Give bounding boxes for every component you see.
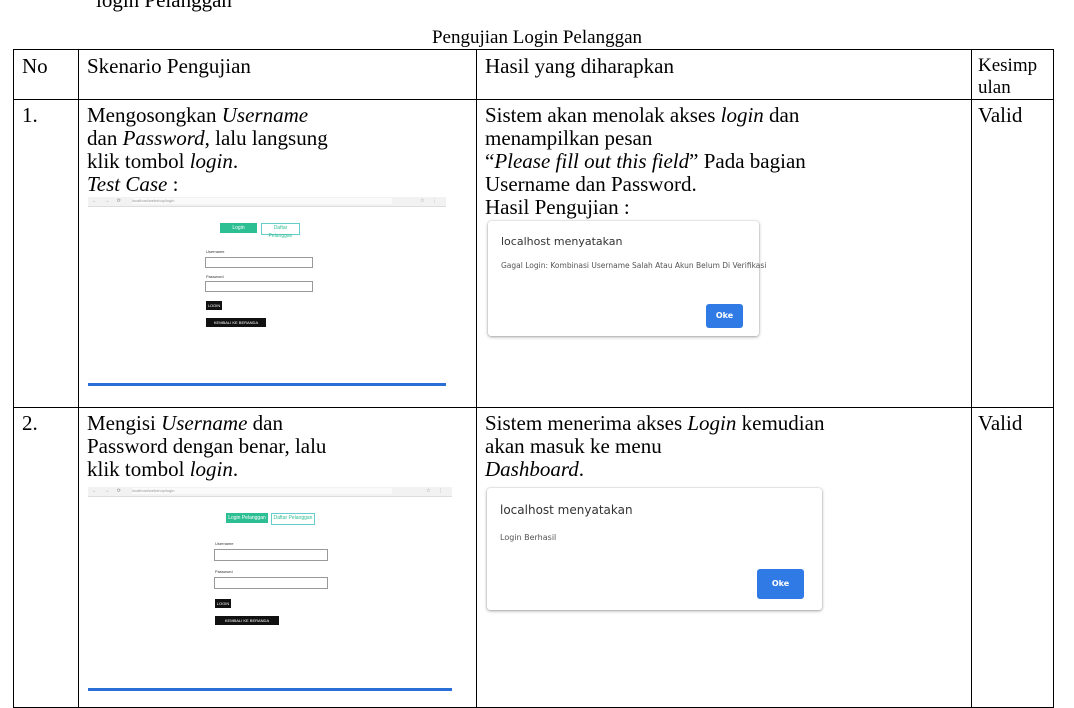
username-field <box>214 549 328 561</box>
tab-daftar-pelanggan: Daftar Pelanggan <box>261 223 300 239</box>
tab-login-pelanggan: Login Pelanggan <box>226 513 268 523</box>
browser-nav-icons: ← → ⟳ <box>92 198 124 204</box>
row1-scenario: Mengosongkan Username dan Password, lalu… <box>78 99 477 408</box>
row1-expected: Sistem akan menolak akses login dan mena… <box>476 99 972 408</box>
browser-url: localhost/webshop/login <box>132 198 392 204</box>
row-number: 1. <box>22 103 38 127</box>
dialog-title: localhost menyatakan <box>501 235 623 248</box>
header-expected-label: Hasil yang diharapkan <box>485 54 674 78</box>
row1-no: 1. <box>13 99 79 408</box>
dialog-title: localhost menyatakan <box>500 503 633 517</box>
login-page-screenshot: ← → ⟳ localhost/webshop/login ☆ ⋮ Login … <box>88 487 452 691</box>
username-label: Username <box>206 249 225 254</box>
header-conclusion-line1: Kesimp <box>978 55 1038 76</box>
browser-tools-icons: ☆ ⋮ <box>426 488 446 494</box>
alert-dialog: localhost menyatakan Gagal Login: Kombin… <box>488 221 766 336</box>
row-number: 2. <box>22 411 38 435</box>
header-no-label: No <box>22 54 48 78</box>
row2-no: 2. <box>13 407 79 708</box>
scenario-text: Mengosongkan Username dan Password, lalu… <box>87 103 328 196</box>
header-conclusion: Kesimp ulan <box>971 49 1054 100</box>
password-label: Password <box>206 274 224 279</box>
browser-url: localhost/webshop/login <box>132 488 392 494</box>
username-field <box>205 257 313 268</box>
alert-dialog: localhost menyatakan Login Berhasil Oke <box>487 488 822 610</box>
row1-conclusion: Valid <box>971 99 1054 408</box>
table-header-row: No Skenario Pengujian Hasil yang diharap… <box>13 49 1054 100</box>
password-label: Password <box>215 569 233 574</box>
password-field <box>205 281 313 292</box>
tab-daftar-pelanggan: Daftar Pelanggan <box>271 513 315 525</box>
conclusion-value: Valid <box>978 103 1023 127</box>
login-page-screenshot: ← → ⟳ localhost/webshop/login ☆ ⋮ Login … <box>88 197 446 386</box>
header-scenario-label: Skenario Pengujian <box>87 54 251 78</box>
table-caption: Pengujian Login Pelanggan <box>431 27 643 48</box>
table-row: 2. Mengisi Username dan Password dengan … <box>13 407 1054 708</box>
dialog-ok-button[interactable]: Oke <box>757 569 804 599</box>
login-button: LOGIN <box>206 301 222 310</box>
dialog-ok-button[interactable]: Oke <box>706 304 743 328</box>
dialog-message: Login Berhasil <box>500 533 557 542</box>
table-row: 1. Mengosongkan Username dan Password, l… <box>13 99 1054 408</box>
conclusion-value: Valid <box>978 411 1023 435</box>
row2-conclusion: Valid <box>971 407 1054 708</box>
password-field <box>214 577 328 589</box>
row2-expected: Sistem menerima akses Login kemudian aka… <box>476 407 972 708</box>
row2-scenario: Mengisi Username dan Password dengan ben… <box>78 407 477 708</box>
header-scenario: Skenario Pengujian <box>78 49 477 100</box>
browser-toolbar: ← → ⟳ localhost/webshop/login ☆ ⋮ <box>88 487 452 497</box>
username-label: Username <box>215 541 234 546</box>
browser-toolbar: ← → ⟳ localhost/webshop/login ☆ ⋮ <box>88 197 446 207</box>
expected-text: Sistem akan menolak akses login dan mena… <box>485 103 806 219</box>
back-to-home-button: KEMBALI KE BERANDA <box>215 616 279 625</box>
back-to-home-button: KEMBALI KE BERANDA <box>206 318 266 327</box>
dialog-message: Gagal Login: Kombinasi Username Salah At… <box>501 261 767 270</box>
test-table: No Skenario Pengujian Hasil yang diharap… <box>13 49 1054 708</box>
header-expected: Hasil yang diharapkan <box>476 49 972 100</box>
blue-underline <box>88 383 446 386</box>
browser-nav-icons: ← → ⟳ <box>92 488 124 494</box>
header-conclusion-line2: ulan <box>978 77 1011 98</box>
header-fragment: login Pelanggan <box>96 0 232 12</box>
scenario-text: Mengisi Username dan Password dengan ben… <box>87 411 327 481</box>
blue-underline <box>88 688 452 691</box>
header-no: No <box>13 49 79 100</box>
tab-login-pelanggan: Login Pelanggan <box>220 223 257 241</box>
browser-tools-icons: ☆ ⋮ <box>420 198 440 204</box>
expected-text: Sistem menerima akses Login kemudian aka… <box>485 411 825 481</box>
header-conclusion-label: Kesimp ulan <box>972 50 1053 99</box>
login-button: LOGIN <box>215 599 231 608</box>
